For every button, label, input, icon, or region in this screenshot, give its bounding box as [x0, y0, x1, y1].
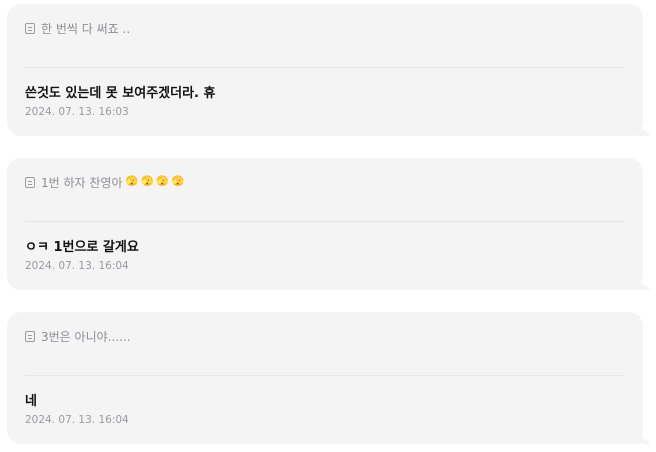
question-quote: 3번은 아니야......	[25, 328, 131, 344]
memo-icon	[25, 22, 35, 34]
divider	[25, 375, 625, 376]
answer-text: ㅇㅋ 1번으로 갈게요	[25, 240, 139, 255]
question-text: 한 번씩 다 써죠 ..	[41, 21, 131, 36]
message-card[interactable]: 1번 하자 찬영아 🫣 🫣 🫣 🫣 ㅇㅋ 1번으로 갈게요 2024. 07. …	[7, 158, 643, 290]
peeking-face-emoji: 🫣	[171, 176, 185, 187]
question-quote: 1번 하자 찬영아 🫣 🫣 🫣 🫣	[25, 174, 184, 190]
peeking-face-emoji: 🫣	[140, 176, 154, 187]
message-card[interactable]: 한 번씩 다 써죠 .. 쓴것도 있는데 못 보여주겠더라. 휴 2024. 0…	[7, 4, 643, 136]
question-text: 1번 하자 찬영아	[41, 175, 123, 190]
timestamp: 2024. 07. 13. 16:04	[25, 414, 129, 426]
message-list: 한 번씩 다 써죠 .. 쓴것도 있는데 못 보여주겠더라. 휴 2024. 0…	[0, 0, 656, 452]
memo-icon	[25, 330, 35, 342]
divider	[25, 67, 625, 68]
question-text: 3번은 아니야......	[41, 329, 131, 344]
timestamp: 2024. 07. 13. 16:04	[25, 260, 129, 272]
answer-text: 쓴것도 있는데 못 보여주겠더라. 휴	[25, 86, 216, 101]
peeking-face-emoji: 🫣	[156, 176, 169, 187]
answer-text: 네	[25, 394, 37, 409]
divider	[25, 221, 625, 222]
timestamp: 2024. 07. 13. 16:03	[25, 106, 129, 118]
message-card[interactable]: 3번은 아니야...... 네 2024. 07. 13. 16:04	[7, 312, 643, 444]
memo-icon	[25, 176, 35, 188]
peeking-face-emoji: 🫣	[125, 176, 138, 187]
question-quote: 한 번씩 다 써죠 ..	[25, 20, 130, 36]
